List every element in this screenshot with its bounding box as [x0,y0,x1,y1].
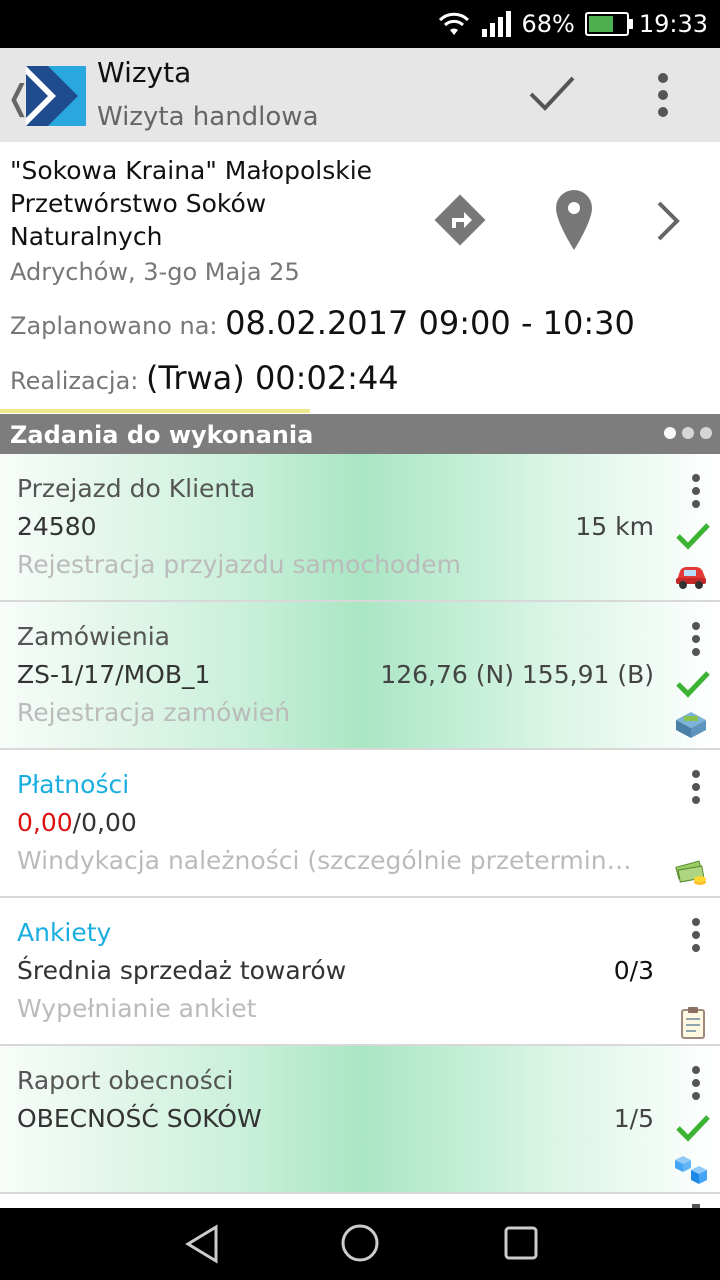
task-detail: 24580 [17,512,97,541]
task-value: 15 km [575,512,654,541]
system-nav-bar [0,1208,720,1280]
realization-value: (Trwa) 00:02:44 [146,359,399,397]
task-list: Przejazd do Klienta 24580 15 km Rejestra… [0,454,720,1208]
money-icon [675,860,706,885]
task-detail: 0,00/0,00 [17,808,137,837]
planned-time: Zaplanowano na: 08.02.2017 09:00 - 10:30 [10,304,635,342]
task-title: Ankiety [17,918,112,947]
more-vert-icon[interactable] [657,72,669,122]
task-item-travel[interactable]: Przejazd do Klienta 24580 15 km Rejestra… [0,454,720,602]
planned-label: Zaplanowano na: [10,312,218,340]
wifi-icon [439,12,470,35]
order-icon [676,712,706,738]
task-value: 0/3 [613,956,654,985]
task-description: Wypełnianie ankiet [17,994,257,1023]
check-icon [676,523,710,550]
task-detail: OBECNOŚĆ SOKÓW [17,1104,262,1133]
app-bar: ❬ Wizyta Wizyta handlowa [0,48,720,144]
task-value: 126,76 (N) 155,91 (B) [380,660,654,689]
planned-value: 08.02.2017 09:00 - 10:30 [225,304,635,342]
page-subtitle: Wizyta handlowa [97,102,319,132]
visit-header: "Sokowa Kraina" Małopolskie Przetwórstwo… [0,142,720,414]
amount-due: 0,00 [17,808,73,837]
task-item-payments[interactable]: Płatności 0,00/0,00 Windykacja należnośc… [0,750,720,898]
task-item-surveys[interactable]: Ankiety Średnia sprzedaż towarów 0/3 Wyp… [0,898,720,1046]
check-icon [676,671,710,698]
section-title: Zadania do wykonania [10,421,314,449]
more-vert-icon[interactable] [692,770,700,809]
more-vert-icon[interactable] [692,1066,700,1105]
nav-back-icon[interactable] [184,1224,220,1264]
nav-home-icon[interactable] [340,1223,380,1263]
client-name: "Sokowa Kraina" Małopolskie Przetwórstwo… [10,156,373,251]
task-item-orders[interactable]: Zamówienia ZS-1/17/MOB_1 126,76 (N) 155,… [0,602,720,750]
car-icon [676,567,706,589]
more-vert-icon[interactable] [692,918,700,957]
pager-dot [664,427,676,439]
pager-dots[interactable] [664,427,712,439]
task-title: Płatności [17,770,130,799]
boxes-icon [675,1156,707,1184]
more-vert-icon[interactable] [692,622,700,661]
task-value: 1/5 [613,1104,654,1133]
realization-label: Realizacja: [10,367,139,395]
signal-icon [482,11,512,37]
task-description: Rejestracja zamówień [17,698,291,727]
battery-percent: 68% [521,10,575,38]
check-icon [676,1115,710,1142]
task-detail: ZS-1/17/MOB_1 [17,660,211,689]
app-logo-icon[interactable] [26,66,86,126]
task-description: Rejestracja przyjazdu samochodem [17,550,461,579]
task-title: Raport obecności [17,1066,234,1095]
visit-progress-bar [0,409,310,413]
section-header: Zadania do wykonania [0,414,720,454]
task-item-presence-report[interactable]: Raport obecności OBECNOŚĆ SOKÓW 1/5 [0,1046,720,1194]
page-title: Wizyta [97,56,192,89]
battery-icon [584,12,633,36]
directions-icon[interactable] [432,192,488,248]
nav-recents-icon[interactable] [503,1225,539,1261]
client-address: Adrychów, 3-go Maja 25 [10,258,300,286]
task-title: Zamówienia [17,622,170,651]
map-pin-icon[interactable] [556,190,592,250]
chevron-right-icon[interactable] [656,200,680,242]
realization-time: Realizacja: (Trwa) 00:02:44 [10,359,399,397]
amount-total: /0,00 [72,808,137,837]
more-vert-icon[interactable] [692,474,700,513]
status-bar: 68% 19:33 [0,0,720,48]
pager-dot [682,427,694,439]
pager-dot [700,427,712,439]
task-title: Przejazd do Klienta [17,474,256,503]
task-description: Windykacja należności (szczególnie przet… [17,846,637,875]
clock: 19:33 [638,10,708,38]
task-detail: Średnia sprzedaż towarów [17,956,347,985]
clipboard-icon [681,1007,705,1039]
check-icon[interactable] [528,74,576,114]
